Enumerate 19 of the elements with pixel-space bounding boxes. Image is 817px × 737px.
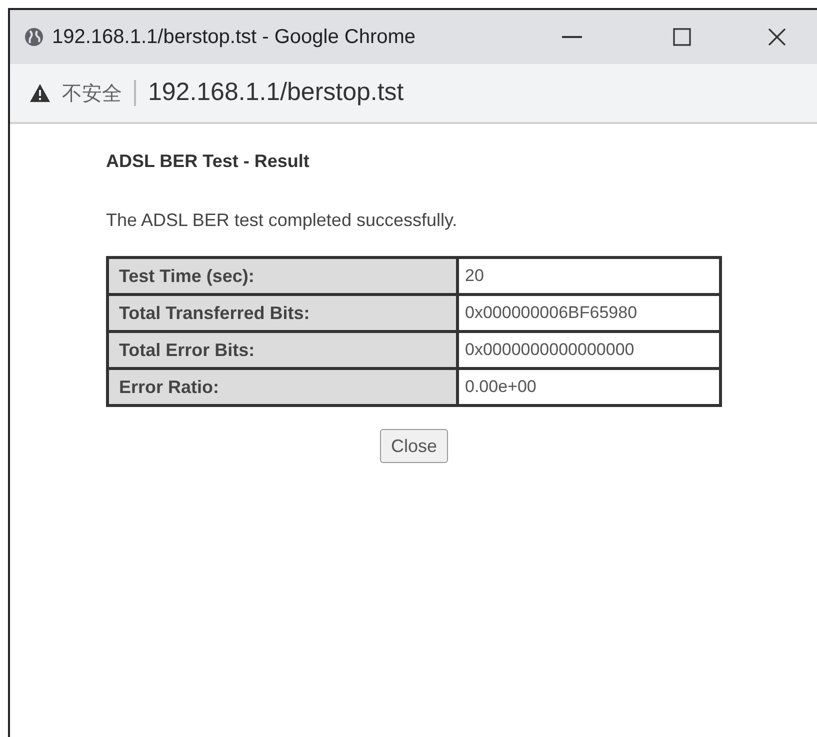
globe-icon <box>24 27 44 47</box>
table-value: 0x000000006BF65980 <box>458 294 720 332</box>
table-label: Total Transferred Bits: <box>108 294 458 332</box>
maximize-icon <box>673 28 691 46</box>
minimize-icon <box>562 36 582 38</box>
security-label[interactable]: 不安全 <box>62 78 122 108</box>
result-heading: ADSL BER Test - Result <box>106 150 310 173</box>
result-message: The ADSL BER test completed successfully. <box>106 209 458 232</box>
table-label: Total Error Bits: <box>108 332 458 368</box>
table-label: Error Ratio: <box>108 368 458 406</box>
table-value: 0x0000000000000000 <box>458 332 720 368</box>
table-label: Test Time (sec): <box>108 258 458 294</box>
table-value: 20 <box>458 258 720 294</box>
close-icon <box>768 28 786 46</box>
close-button[interactable]: Close <box>380 429 448 463</box>
url-text[interactable]: 192.168.1.1/berstop.tst <box>148 74 404 112</box>
table-value: 0.00e+00 <box>458 368 720 406</box>
window-title: 192.168.1.1/berstop.tst - Google Chrome <box>52 25 416 50</box>
warning-icon <box>30 84 50 102</box>
